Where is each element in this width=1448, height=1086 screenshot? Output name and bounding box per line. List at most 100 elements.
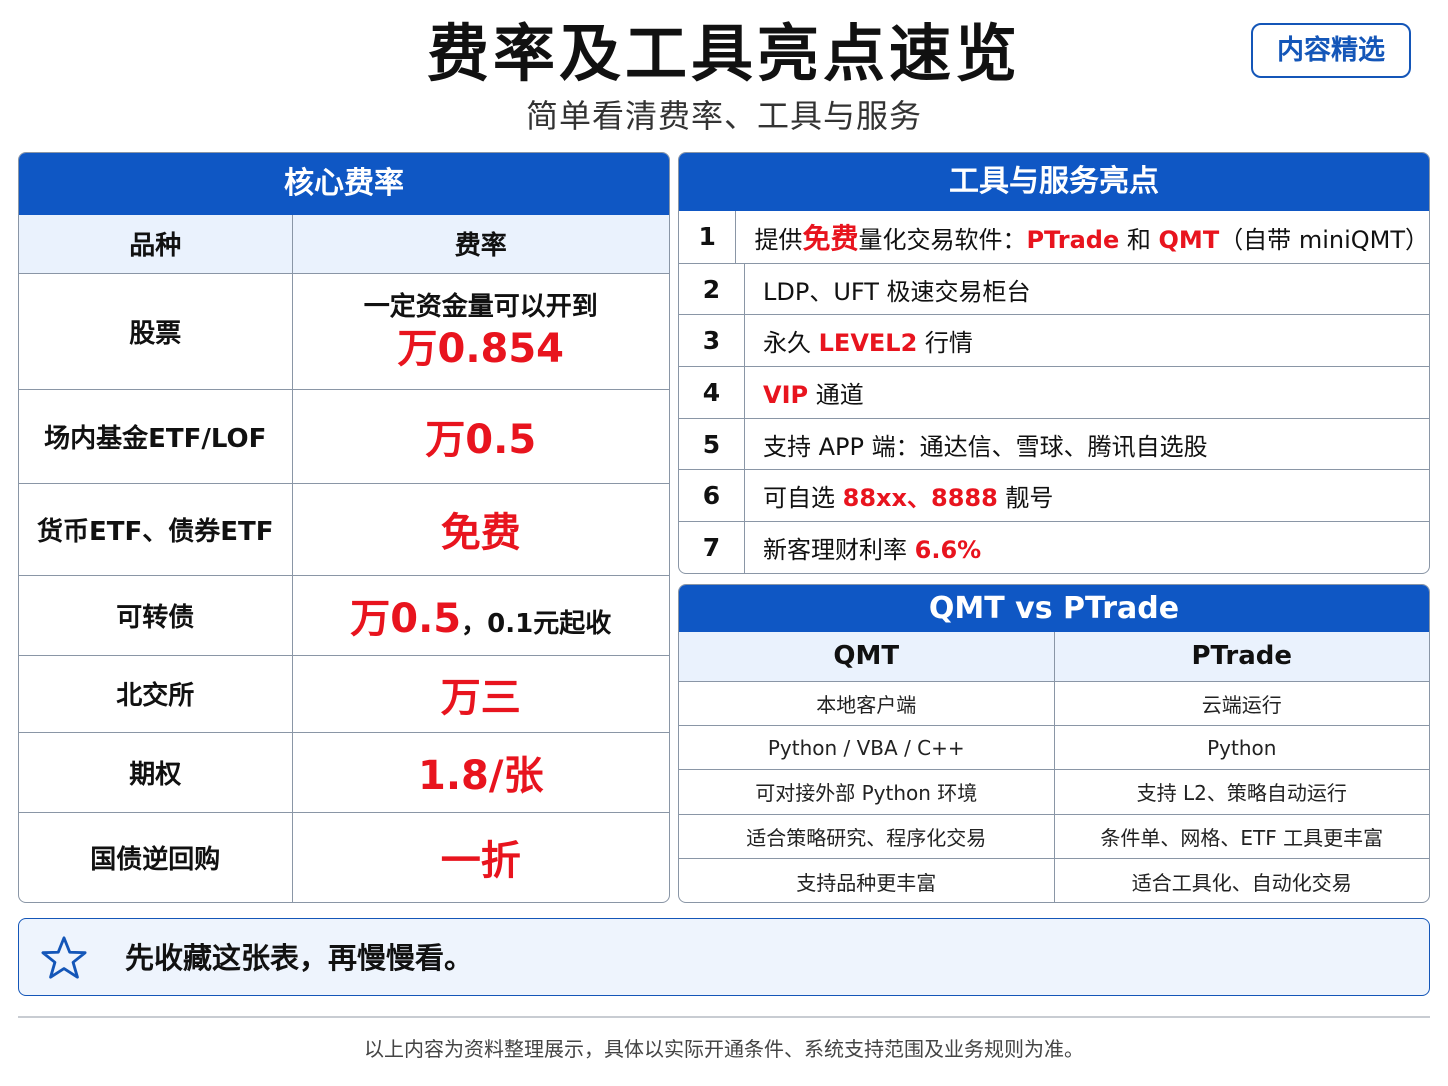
compare-title: QMT vs PTrade	[679, 585, 1429, 632]
tool-item-text: LDP、UFT 极速交易柜台	[745, 272, 1031, 307]
tool-text-part: 提供	[754, 225, 803, 254]
fee-rate-value: 一折	[440, 838, 521, 885]
fee-category: 货币ETF、债券ETF	[19, 483, 293, 576]
tool-item-number: 5	[679, 418, 745, 470]
core-fees-panel: 核心费率 品种 费率 股票 一定资金量可以开到 万0.854 场内基金ETF/LOF 万…	[18, 152, 670, 903]
tool-item: 3 永久 LEVEL2 行情	[679, 314, 1429, 367]
page-subtitle: 简单看清费率、工具与服务	[525, 97, 922, 135]
qmt-feature: Python / VBA / C++	[679, 724, 1055, 770]
tool-highlight: 6.6%	[914, 535, 982, 564]
tool-text-part: 通道	[808, 380, 864, 409]
core-fees-title: 核心费率	[19, 153, 669, 215]
note-text: 先收藏这张表，再慢慢看。	[125, 941, 474, 975]
tool-item-text: 新客理财利率 6.6%	[745, 530, 981, 565]
fee-category: 国债逆回购	[19, 812, 293, 902]
tool-highlight: QMT	[1158, 225, 1220, 254]
tool-item-number: 6	[679, 470, 745, 522]
tool-item-text: VIP 通道	[745, 375, 864, 410]
qmt-feature: 可对接外部 Python 环境	[679, 769, 1055, 815]
tool-item: 4 VIP 通道	[679, 366, 1429, 418]
tool-highlight: VIP	[763, 380, 809, 409]
fee-row: 场内基金ETF/LOF 万0.5	[19, 389, 669, 484]
fee-rate-value: 万0.5	[350, 596, 462, 642]
tool-item-text: 可自选 88xx、8888 靓号	[745, 478, 1053, 513]
col-qmt-header: QMT	[679, 632, 1055, 681]
tool-item: 7 新客理财利率 6.6%	[679, 521, 1429, 573]
tool-item-number: 4	[679, 367, 745, 418]
fee-rate-prefix: 一定资金量可以开到	[363, 292, 598, 322]
tool-text-part: 支持 APP 端：通达信、雪球、腾讯自选股	[763, 432, 1208, 461]
fee-rate-value: 1.8/张	[418, 753, 544, 799]
page-title: 费率及工具亮点速览	[426, 17, 1021, 90]
compare-row: 适合策略研究、程序化交易 条件单、网格、ETF 工具更丰富	[679, 813, 1429, 859]
col-ptrade-header: PTrade	[1054, 632, 1429, 681]
tool-text-part: LDP、UFT 极速交易柜台	[763, 277, 1031, 306]
fee-row: 货币ETF、债券ETF 免费	[19, 483, 669, 576]
fee-table-header: 品种 费率	[19, 215, 669, 274]
tool-item: 1 提供免费量化交易软件：PTrade 和 QMT（自带 miniQMT）	[679, 211, 1429, 263]
fee-rate-value: 万三	[440, 674, 521, 721]
compare-row: 可对接外部 Python 环境 支持 L2、策略自动运行	[679, 769, 1429, 815]
col-rate-header: 费率	[292, 215, 669, 274]
fee-rate-cell: 1.8/张	[292, 732, 669, 813]
tool-text-part: 新客理财利率	[763, 535, 915, 564]
fee-rate-suffix: ，0.1元起收	[461, 609, 612, 639]
fee-rate-cell: 万0.5	[292, 389, 669, 484]
fee-category: 可转债	[19, 575, 293, 656]
tool-text-part: 靓号	[997, 484, 1054, 513]
fee-row: 股票 一定资金量可以开到 万0.854	[19, 273, 669, 390]
fee-rate-cell: 万三	[292, 655, 669, 733]
qmt-ptrade-compare-panel: QMT vs PTrade QMT PTrade 本地客户端 云端运行 Python…	[678, 584, 1430, 903]
fee-rate-value: 免费	[440, 510, 521, 556]
fee-rate-value: 万0.5	[425, 417, 537, 463]
fee-row: 可转债 万0.5，0.1元起收	[19, 575, 669, 656]
tool-item-text: 支持 APP 端：通达信、雪球、腾讯自选股	[745, 427, 1208, 462]
fee-category: 股票	[19, 273, 293, 390]
ptrade-feature: 条件单、网格、ETF 工具更丰富	[1054, 813, 1429, 859]
qmt-feature: 支持品种更丰富	[679, 858, 1055, 902]
tool-item-text: 提供免费量化交易软件：PTrade 和 QMT（自带 miniQMT）	[736, 217, 1429, 257]
ptrade-feature: 云端运行	[1054, 680, 1429, 726]
fee-rate-cell: 一定资金量可以开到 万0.854	[292, 273, 669, 390]
tools-services-title: 工具与服务亮点	[679, 153, 1429, 211]
disclaimer-text: 以上内容为资料整理展示，具体以实际开通条件、系统支持范围及业务规则为准。	[364, 1037, 1084, 1061]
tool-item-text: 永久 LEVEL2 行情	[745, 323, 973, 358]
ptrade-feature: Python	[1054, 724, 1429, 770]
tool-highlight: 88xx、8888	[842, 484, 998, 513]
tool-item-number: 1	[679, 211, 737, 263]
fee-row: 北交所 万三	[19, 655, 669, 733]
tool-item: 5 支持 APP 端：通达信、雪球、腾讯自选股	[679, 417, 1429, 470]
tool-item: 6 可自选 88xx、8888 靓号	[679, 469, 1429, 522]
fee-category: 场内基金ETF/LOF	[19, 389, 293, 484]
compare-table-header: QMT PTrade	[679, 632, 1429, 681]
fee-rate-cell: 万0.5，0.1元起收	[292, 575, 669, 656]
tool-highlight: PTrade	[1026, 225, 1120, 254]
qmt-feature: 适合策略研究、程序化交易	[679, 813, 1055, 859]
fee-rate-cell: 免费	[292, 483, 669, 576]
ptrade-feature: 支持 L2、策略自动运行	[1054, 769, 1429, 815]
fee-category: 北交所	[19, 655, 293, 733]
tool-text-part: 可自选	[763, 484, 843, 513]
compare-row: 本地客户端 云端运行	[679, 680, 1429, 726]
ptrade-feature: 适合工具化、自动化交易	[1054, 858, 1429, 902]
compare-row: 支持品种更丰富 适合工具化、自动化交易	[679, 858, 1429, 902]
bookmark-note: 先收藏这张表，再慢慢看。	[18, 918, 1430, 996]
tool-item-number: 7	[679, 522, 745, 573]
fee-row: 期权 1.8/张	[19, 732, 669, 813]
tool-item-number: 3	[679, 315, 745, 367]
col-category-header: 品种	[19, 215, 293, 274]
tool-text-part: 和	[1119, 225, 1159, 254]
tool-highlight: 免费	[802, 221, 859, 255]
fee-category: 期权	[19, 732, 293, 813]
fee-table: 品种 费率 股票 一定资金量可以开到 万0.854 场内基金ETF/LOF 万0.5 货币…	[19, 215, 669, 902]
star-icon	[41, 936, 87, 979]
qmt-feature: 本地客户端	[679, 680, 1055, 726]
tool-text-part: 量化交易软件：	[858, 225, 1027, 254]
tools-services-panel: 工具与服务亮点 1 提供免费量化交易软件：PTrade 和 QMT（自带 mini…	[678, 152, 1430, 574]
tool-text-part: 永久	[763, 329, 819, 358]
fee-rate-cell: 一折	[292, 812, 669, 902]
tool-item-number: 2	[679, 263, 745, 315]
tool-item: 2 LDP、UFT 极速交易柜台	[679, 262, 1429, 315]
featured-badge: 内容精选	[1251, 23, 1411, 78]
tools-list: 1 提供免费量化交易软件：PTrade 和 QMT（自带 miniQMT） 2 LDP…	[679, 211, 1429, 573]
